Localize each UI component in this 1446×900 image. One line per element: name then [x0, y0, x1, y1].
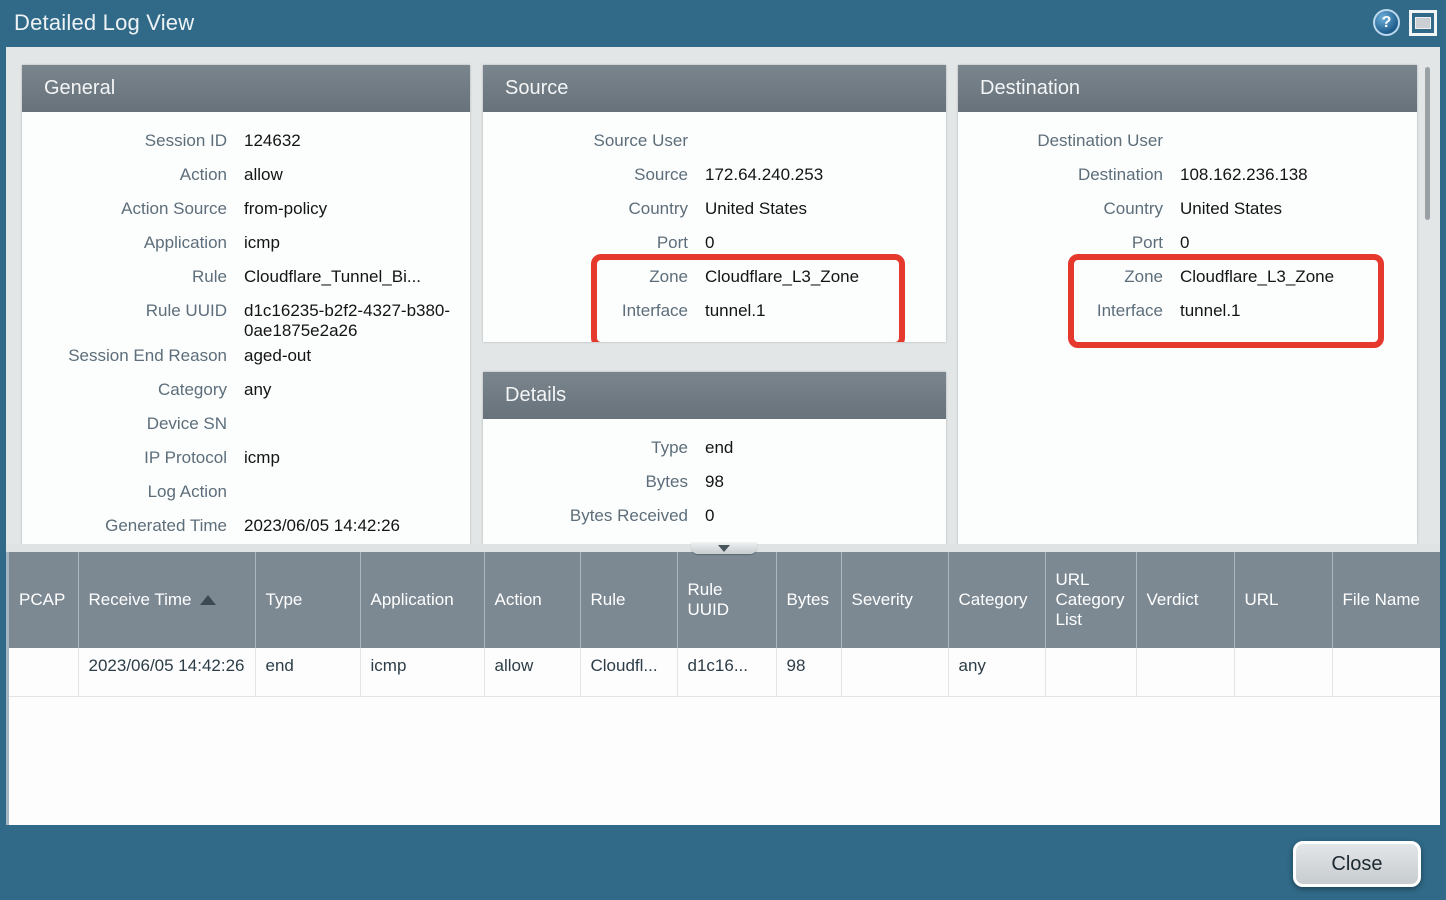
close-button[interactable]: Close — [1293, 841, 1421, 887]
col-header-url[interactable]: URL — [1234, 552, 1332, 648]
cell-severity — [841, 648, 948, 697]
col-header-bytes[interactable]: Bytes — [776, 552, 841, 648]
col-header-url-category-list[interactable]: URL Category List — [1045, 552, 1136, 648]
field-destination-address: Destination108.162.236.138 — [958, 160, 1417, 194]
field-session-end-reason: Session End Reasonaged-out — [22, 341, 470, 375]
general-panel-header: General — [22, 65, 470, 112]
col-header-pcap[interactable]: PCAP — [9, 552, 78, 648]
field-generated-time: Generated Time2023/06/05 14:42:26 — [22, 511, 470, 544]
cell-url-category-list — [1045, 648, 1136, 697]
field-source-country: CountryUnited States — [483, 194, 946, 228]
field-source-interface: Interfacetunnel.1 — [483, 296, 946, 330]
general-panel-body: Session ID124632 Actionallow Action Sour… — [22, 112, 470, 544]
field-source-zone: ZoneCloudflare_L3_Zone — [483, 262, 946, 296]
field-destination-port: Port0 — [958, 228, 1417, 262]
cell-file-name — [1332, 648, 1440, 697]
col-header-type[interactable]: Type — [255, 552, 360, 648]
col-header-rule[interactable]: Rule — [580, 552, 677, 648]
field-destination-country: CountryUnited States — [958, 194, 1417, 228]
cell-category: any — [948, 648, 1045, 697]
cell-url — [1234, 648, 1332, 697]
caret-down-icon — [718, 545, 730, 552]
destination-panel-header: Destination — [958, 65, 1417, 112]
col-header-verdict[interactable]: Verdict — [1136, 552, 1234, 648]
details-panel-body: Typeend Bytes98 Bytes Received0 — [483, 419, 946, 535]
table-collapse-handle[interactable] — [691, 542, 757, 554]
source-panel: Source Source User Source172.64.240.253 … — [483, 65, 946, 342]
destination-panel: Destination Destination User Destination… — [958, 65, 1417, 544]
cell-type: end — [255, 648, 360, 697]
col-header-receive-time[interactable]: Receive Time — [78, 552, 255, 648]
col-header-category[interactable]: Category — [948, 552, 1045, 648]
sort-asc-icon — [200, 595, 216, 605]
col-header-action[interactable]: Action — [484, 552, 580, 648]
col-header-severity[interactable]: Severity — [841, 552, 948, 648]
cell-bytes: 98 — [776, 648, 841, 697]
log-table-header-row: PCAP Receive Time Type Application Actio… — [9, 552, 1440, 648]
dialog-title: Detailed Log View — [14, 10, 194, 36]
field-log-action: Log Action — [22, 477, 470, 511]
field-bytes: Bytes98 — [483, 467, 946, 501]
destination-panel-body: Destination User Destination108.162.236.… — [958, 112, 1417, 330]
cell-pcap — [9, 648, 78, 697]
dialog-titlebar: Detailed Log View ? — [0, 0, 1446, 47]
cell-verdict — [1136, 648, 1234, 697]
field-application: Applicationicmp — [22, 228, 470, 262]
source-panel-header: Source — [483, 65, 946, 112]
field-destination-interface: Interfacetunnel.1 — [958, 296, 1417, 330]
field-rule-uuid: Rule UUIDd1c16235-b2f2-4327-b380-0ae1875… — [22, 296, 470, 341]
field-source-user: Source User — [483, 126, 946, 160]
source-panel-body: Source User Source172.64.240.253 Country… — [483, 112, 946, 330]
cell-rule-uuid: d1c16... — [677, 648, 776, 697]
log-table-container: PCAP Receive Time Type Application Actio… — [6, 552, 1440, 825]
field-rule: RuleCloudflare_Tunnel_Bi... — [22, 262, 470, 296]
field-device-sn: Device SN — [22, 409, 470, 443]
field-category: Categoryany — [22, 375, 470, 409]
content-scrollbar[interactable] — [1425, 67, 1430, 220]
col-header-file-name[interactable]: File Name — [1332, 552, 1440, 648]
field-source-address: Source172.64.240.253 — [483, 160, 946, 194]
field-type: Typeend — [483, 433, 946, 467]
log-detail-content: General Session ID124632 Actionallow Act… — [6, 47, 1440, 544]
field-destination-user: Destination User — [958, 126, 1417, 160]
help-icon[interactable]: ? — [1373, 9, 1400, 36]
col-header-application[interactable]: Application — [360, 552, 484, 648]
field-action-source: Action Sourcefrom-policy — [22, 194, 470, 228]
screen-icon[interactable] — [1409, 10, 1437, 36]
cell-action: allow — [484, 648, 580, 697]
cell-rule: Cloudfl... — [580, 648, 677, 697]
details-panel: Details Typeend Bytes98 Bytes Received0 — [483, 372, 946, 544]
field-ip-protocol: IP Protocolicmp — [22, 443, 470, 477]
cell-application: icmp — [360, 648, 484, 697]
log-table: PCAP Receive Time Type Application Actio… — [9, 552, 1440, 697]
field-bytes-received: Bytes Received0 — [483, 501, 946, 535]
general-panel: General Session ID124632 Actionallow Act… — [22, 65, 470, 544]
field-action: Actionallow — [22, 160, 470, 194]
log-table-row[interactable]: 2023/06/05 14:42:26 end icmp allow Cloud… — [9, 648, 1440, 697]
col-header-rule-uuid[interactable]: Rule UUID — [677, 552, 776, 648]
screen-icon-inner — [1415, 17, 1431, 29]
details-panel-header: Details — [483, 372, 946, 419]
field-destination-zone: ZoneCloudflare_L3_Zone — [958, 262, 1417, 296]
field-session-id: Session ID124632 — [22, 126, 470, 160]
cell-receive-time: 2023/06/05 14:42:26 — [78, 648, 255, 697]
titlebar-icons: ? — [1373, 9, 1437, 36]
detailed-log-view-dialog: Detailed Log View ? General Session ID12… — [0, 0, 1446, 900]
field-source-port: Port0 — [483, 228, 946, 262]
